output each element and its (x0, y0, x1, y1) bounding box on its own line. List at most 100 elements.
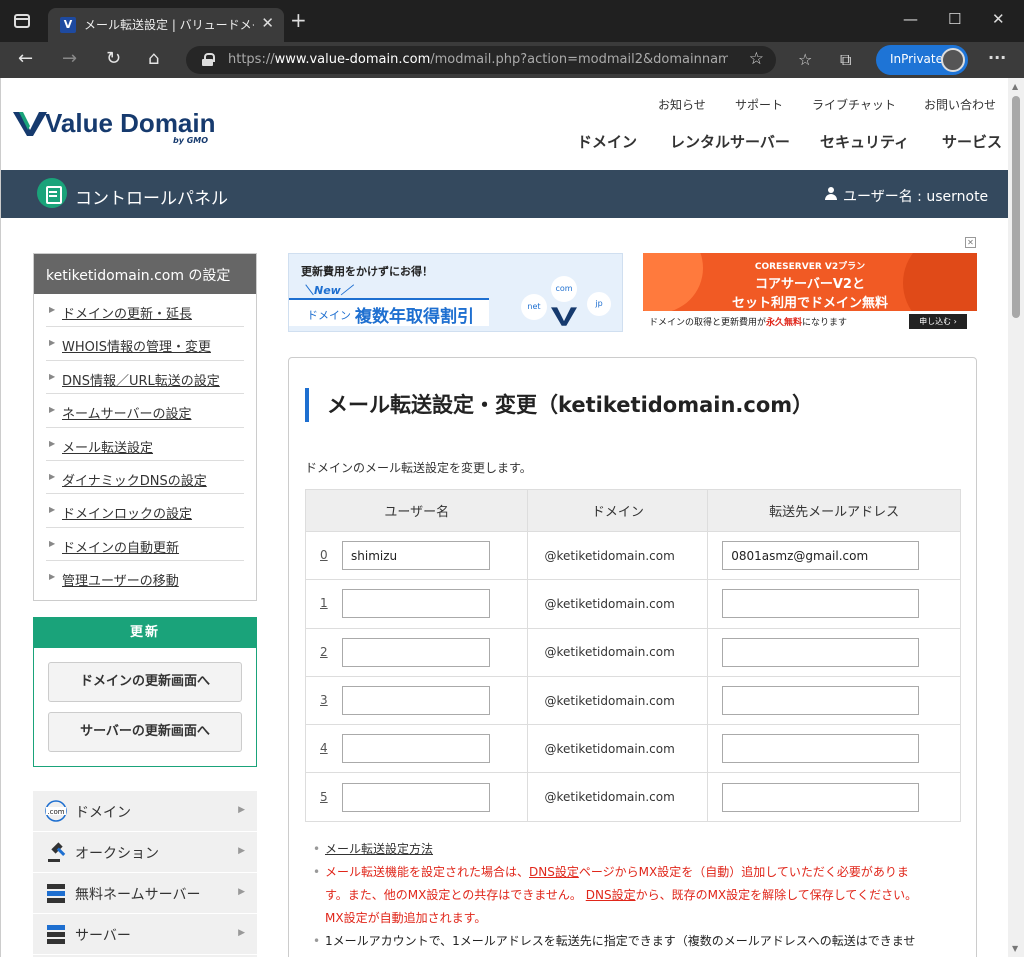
control-panel-bar: コントロールパネル ユーザー名 : usernote (1, 170, 1008, 218)
forward-address-input[interactable] (722, 686, 920, 716)
logo-v-icon (551, 307, 577, 326)
server-renew-button[interactable]: サーバーの更新画面へ (48, 712, 242, 752)
forward-address-input[interactable] (722, 541, 920, 571)
row-index-link[interactable]: 1 (320, 596, 342, 610)
add-favorite-icon[interactable]: ☆ (749, 49, 764, 69)
user-name-input[interactable] (342, 734, 490, 764)
service-item-server[interactable]: サーバー ▶ (33, 914, 257, 955)
sidebar-item-dns[interactable]: ▶ DNS情報／URL転送の設定 (46, 361, 244, 395)
close-tab-icon[interactable]: ✕ (261, 14, 274, 32)
live-chat-link[interactable]: ライブチャット (812, 96, 896, 113)
lock-icon[interactable] (202, 53, 215, 66)
service-item-domain[interactable]: .com ドメイン ▶ (33, 791, 257, 832)
mail-forward-table: ユーザー名 ドメイン 転送先メールアドレス 0 @ketiketidomain.… (304, 489, 961, 822)
domain-cell: @ketiketidomain.com (527, 675, 709, 726)
sidebar-item-renew[interactable]: ▶ ドメインの更新・延長 (46, 294, 244, 328)
row-index-link[interactable]: 0 (320, 548, 342, 562)
howto-link[interactable]: メール転送設定方法 (325, 842, 433, 856)
user-name-input[interactable] (342, 541, 490, 571)
domain-cell: @ketiketidomain.com (527, 579, 709, 629)
control-panel-title[interactable]: コントロールパネル (75, 184, 228, 209)
user-name-input[interactable] (342, 686, 490, 716)
refresh-icon[interactable]: ↻ (106, 48, 121, 70)
sidebar-item-mail-forward[interactable]: ▶ メール転送設定 (46, 428, 244, 461)
page-scrollbar[interactable]: ▲ ▼ (1008, 78, 1024, 957)
dns-settings-link[interactable]: DNS設定 (586, 888, 636, 902)
arrow-right-icon: ▶ (49, 338, 56, 348)
domain-cell: @ketiketidomain.com (527, 627, 709, 677)
multi-year-discount-banner[interactable]: 更新費用をかけずにお得！ ＼New／ ドメイン 複数年取得割引 net com … (288, 253, 623, 332)
coreserver-banner[interactable]: CORESERVER V2プラン コアサーバーV2と セット利用でドメイン無料 … (643, 253, 977, 332)
tab-actions-icon[interactable] (14, 14, 30, 28)
sidebar-item-whois[interactable]: ▶ WHOIS情報の管理・変更 (46, 327, 244, 361)
sidebar-item-move-user[interactable]: ▶ 管理ユーザーの移動 (46, 561, 244, 594)
domain-cell: @ketiketidomain.com (527, 724, 709, 774)
arrow-right-icon: ▶ (49, 538, 56, 548)
domain-settings-heading: ketiketidomain.com の設定 (34, 254, 256, 294)
news-link[interactable]: お知らせ (658, 96, 706, 113)
domain-renew-button[interactable]: ドメインの更新画面へ (48, 662, 242, 702)
column-header-domain: ドメイン (527, 489, 709, 532)
profile-avatar (941, 48, 965, 72)
sidebar-item-dynamic-dns[interactable]: ▶ ダイナミックDNSの設定 (46, 461, 244, 495)
page-description: ドメインのメール転送設定を変更します。 (305, 461, 532, 475)
service-item-auction[interactable]: オークション ▶ (33, 832, 257, 873)
row-index-link[interactable]: 3 (320, 693, 342, 707)
domain-cell: @ketiketidomain.com (527, 530, 709, 581)
mail-forward-panel: メール転送設定・変更（ketiketidomain.com） ドメインのメール転… (288, 357, 977, 957)
list-item: 1メールアカウントで、1メールアドレスを転送先に指定できます（複数のメールアドレ… (313, 930, 953, 953)
forward-address-input[interactable] (722, 637, 920, 667)
control-panel-icon (37, 178, 67, 208)
row-index-link[interactable]: 4 (320, 741, 342, 755)
scroll-down-icon[interactable]: ▼ (1012, 944, 1018, 953)
table-row: 0 @ketiketidomain.com (304, 530, 961, 581)
user-name-input[interactable] (342, 782, 490, 812)
page-viewport: Value Domain by GMO お知らせ サポート ライブチャット お問… (0, 78, 1008, 957)
nav-rental-server[interactable]: レンタルサーバー (670, 131, 790, 152)
nav-security[interactable]: セキュリティ (820, 131, 909, 152)
row-index-link[interactable]: 5 (320, 790, 342, 804)
scroll-up-icon[interactable]: ▲ (1012, 82, 1018, 91)
scroll-thumb[interactable] (1012, 96, 1020, 318)
maximize-icon[interactable]: ☐ (948, 10, 961, 28)
row-index-link[interactable]: 2 (320, 645, 342, 659)
domain-settings-menu: ketiketidomain.com の設定 ▶ ドメインの更新・延長 ▶ WHOI… (33, 253, 257, 601)
apply-button[interactable]: 申し込む › (909, 314, 967, 329)
renew-box: 更新 ドメインの更新画面へ サーバーの更新画面へ (33, 617, 257, 767)
new-tab-icon[interactable]: + (290, 10, 307, 30)
table-row: 4 @ketiketidomain.com (304, 724, 961, 774)
arrow-right-icon: ▶ (49, 572, 56, 582)
home-icon[interactable]: ⌂ (148, 48, 159, 70)
url-text[interactable]: https://www.value-domain.com/modmail.php… (228, 52, 728, 67)
forward-address-input[interactable] (722, 782, 920, 812)
contact-link[interactable]: お問い合わせ (924, 96, 996, 113)
forward-address-input[interactable] (722, 734, 920, 764)
dns-settings-link[interactable]: DNS設定 (529, 865, 579, 879)
sidebar-item-auto-renew[interactable]: ▶ ドメインの自動更新 (46, 528, 244, 562)
service-item-free-nameserver[interactable]: 無料ネームサーバー ▶ (33, 873, 257, 914)
nav-service[interactable]: サービス (942, 131, 1002, 152)
address-bar[interactable]: https://www.value-domain.com/modmail.php… (186, 46, 776, 74)
user-name-input[interactable] (342, 637, 490, 667)
collections-icon[interactable]: ⧉ (840, 50, 851, 70)
com-bubble: com (551, 276, 577, 302)
minimize-icon[interactable]: — (903, 10, 918, 28)
server-icon (47, 884, 65, 903)
close-window-icon[interactable]: ✕ (992, 10, 1005, 28)
forward-icon[interactable]: → (62, 48, 77, 70)
support-link[interactable]: サポート (735, 96, 783, 113)
favorites-icon[interactable]: ☆ (798, 50, 812, 69)
back-icon[interactable]: ← (18, 48, 33, 70)
arrow-right-icon: ▶ (49, 471, 56, 481)
list-item: メール転送設定方法 (313, 838, 953, 861)
inprivate-button[interactable]: InPrivate (876, 45, 968, 75)
forward-address-input[interactable] (722, 589, 920, 619)
ad-close-icon[interactable]: ✕ (965, 237, 976, 248)
more-icon[interactable]: ··· (988, 48, 1006, 67)
nav-domain[interactable]: ドメイン (577, 131, 637, 152)
sidebar-item-domain-lock[interactable]: ▶ ドメインロックの設定 (46, 494, 244, 528)
browser-tab[interactable]: V メール転送設定 | バリュードメイン (ユーザー... ✕ (48, 8, 284, 42)
user-name-input[interactable] (342, 589, 490, 619)
value-domain-logo[interactable]: Value Domain by GMO (13, 106, 223, 146)
sidebar-item-nameserver[interactable]: ▶ ネームサーバーの設定 (46, 394, 244, 428)
